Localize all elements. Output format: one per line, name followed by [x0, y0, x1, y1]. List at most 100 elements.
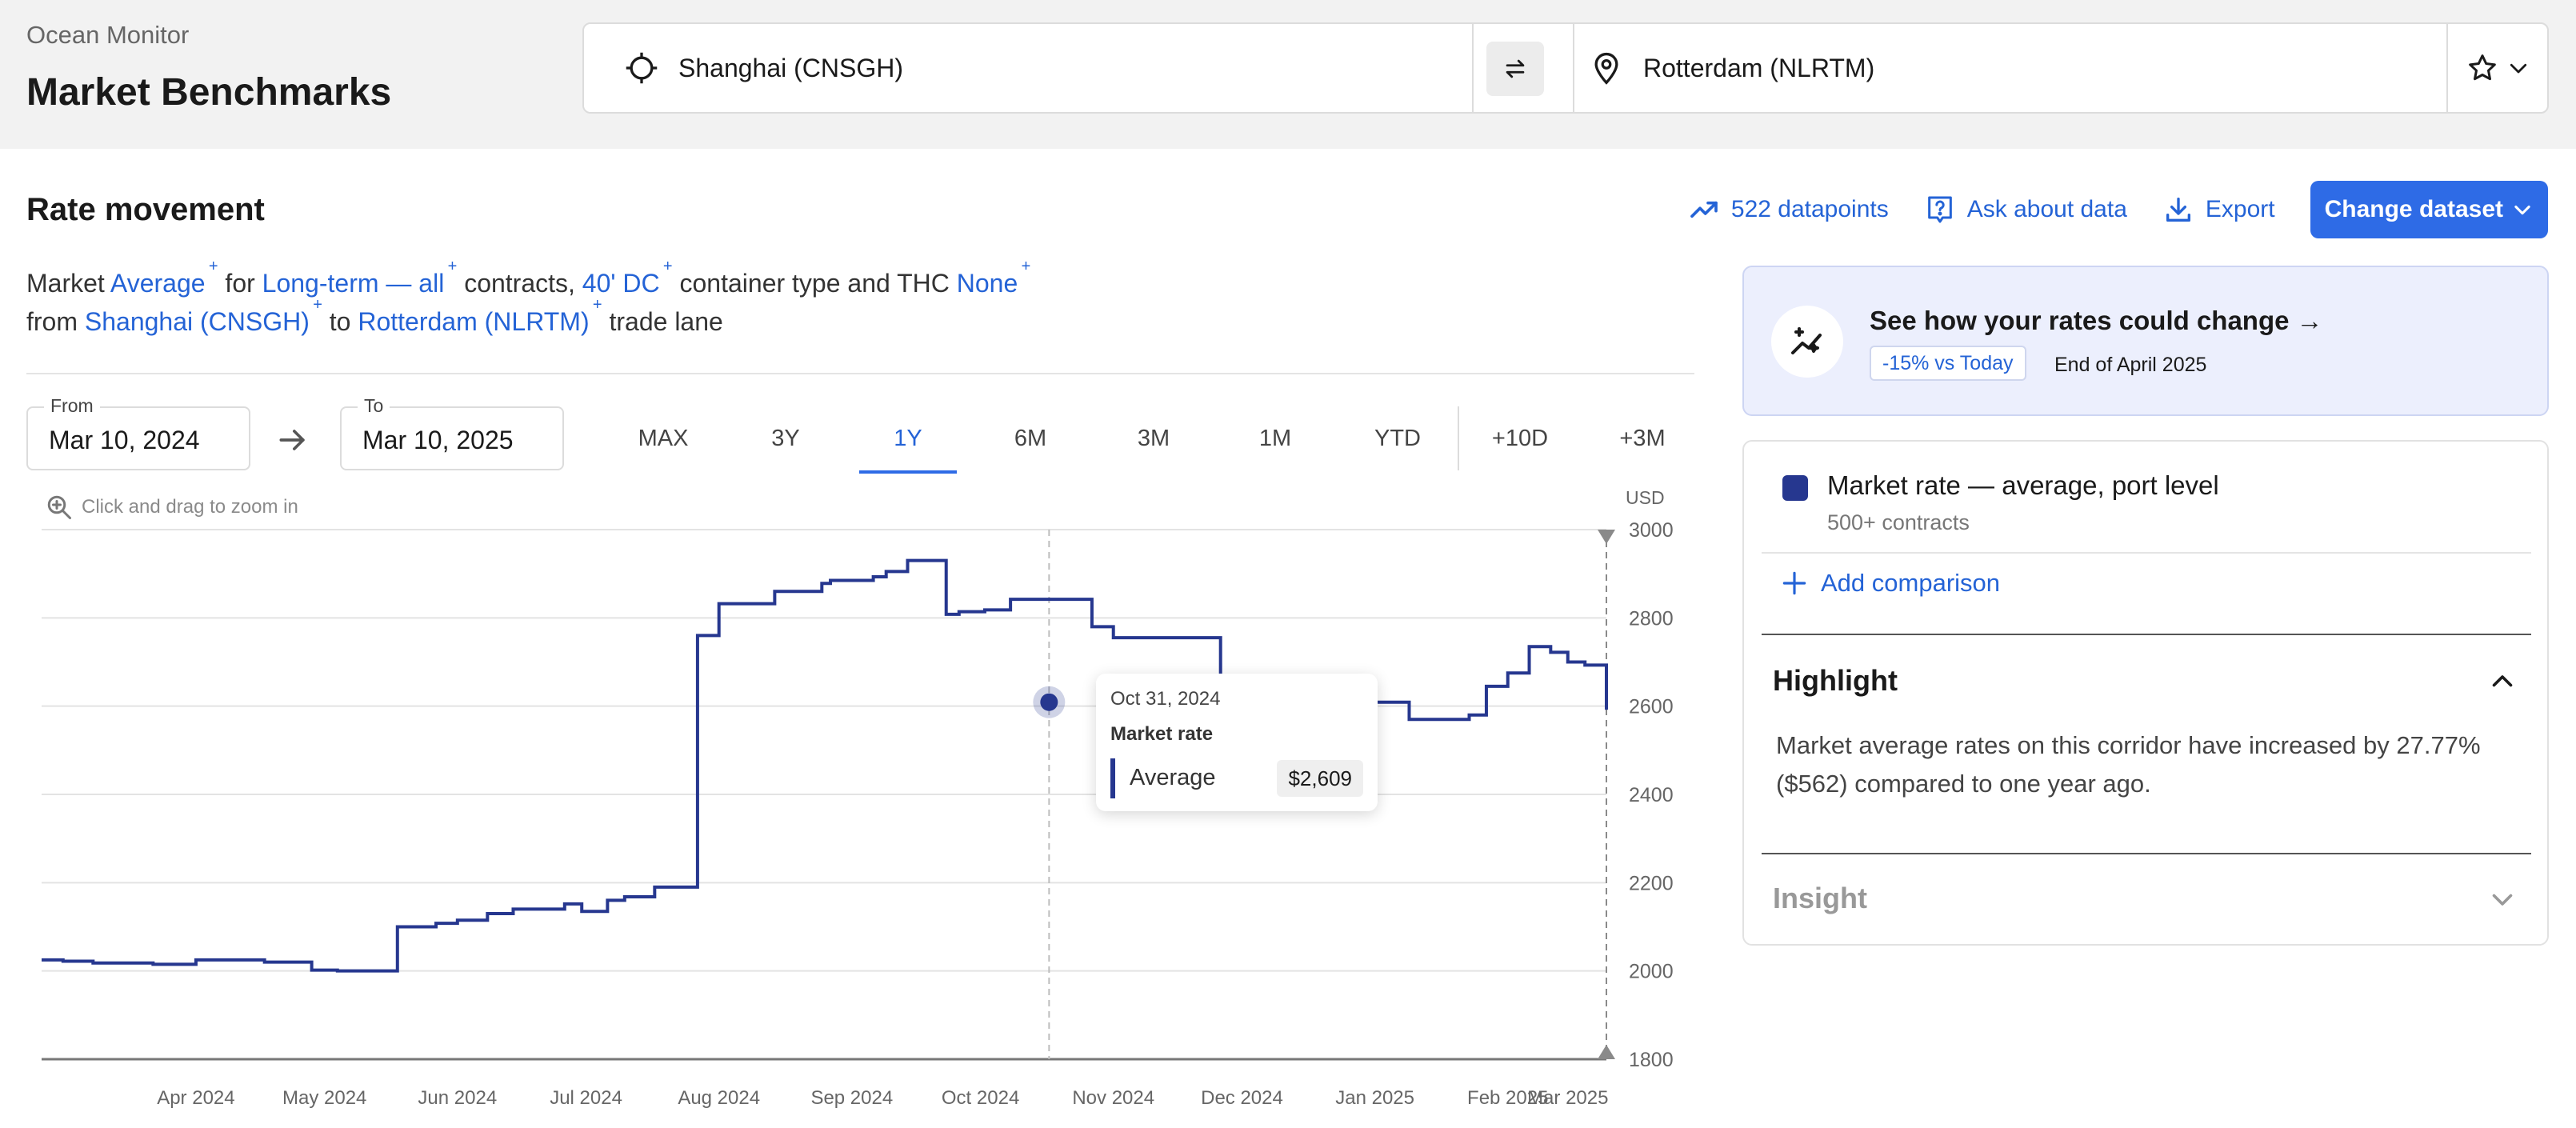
y-tick-label: 2800 [1629, 607, 1674, 630]
forecast-promo-card[interactable]: See how your rates could change → -15% v… [1742, 266, 2549, 416]
market-filter-value: Average [110, 269, 206, 298]
description-text: trade lane [609, 307, 723, 336]
panel-divider [1762, 634, 2531, 635]
x-tick-label: Jun 2024 [418, 1087, 497, 1109]
promo-title: See how your rates could change → [1870, 306, 2323, 335]
destination-filter-link[interactable]: Rotterdam (NLRTM) + [358, 296, 602, 336]
thc-filter-value: None [956, 269, 1018, 298]
range-option[interactable]: +10D [1471, 406, 1569, 470]
plus-mark: + [1021, 258, 1031, 275]
y-tick-label: 3000 [1629, 519, 1674, 542]
tooltip-series-marker [1110, 758, 1115, 798]
plus-mark: + [313, 296, 322, 314]
x-tick-label: Nov 2024 [1072, 1087, 1154, 1109]
add-comparison-button[interactable]: Add comparison [1779, 568, 2000, 598]
description-text: container type and THC [679, 269, 950, 298]
location-pin-icon [1594, 52, 1618, 85]
legend-series-name: Market rate — average, port level [1827, 470, 2219, 500]
swap-icon [1506, 59, 1525, 78]
destination-value: Rotterdam (NLRTM) [1643, 53, 1875, 82]
question-icon [1927, 196, 1952, 223]
range-option[interactable]: YTD [1349, 406, 1446, 470]
x-tick-label: Jul 2024 [550, 1087, 622, 1109]
destination-field[interactable]: Rotterdam (NLRTM) [1589, 24, 2429, 112]
sparkle-trend-icon [1791, 327, 1822, 354]
plus-mark: + [662, 258, 673, 275]
chart-toolbar: 522 datapoints Ask about data Export Cha… [1688, 181, 2548, 238]
star-icon [2469, 54, 2496, 81]
description-line-2: from Shanghai (CNSGH) + to Rotterdam (NLR… [26, 296, 723, 337]
container-filter-link[interactable]: 40' DC + [582, 258, 673, 298]
highlight-title[interactable]: Highlight [1773, 664, 1898, 698]
rate-chart[interactable]: 3000 2800 2600 2400 2200 2000 1800 USD Apr 2024 M… [0, 480, 1696, 1128]
x-tick-label: Aug 2024 [678, 1087, 760, 1109]
from-date-field[interactable]: From Mar 10, 2024 [26, 395, 250, 470]
x-tick-label: May 2024 [282, 1087, 366, 1109]
range-option[interactable]: 3Y [737, 406, 834, 470]
destination-filter-value: Rotterdam (NLRTM) [358, 307, 590, 336]
y-tick-label: 2400 [1629, 784, 1674, 806]
tooltip-series-name: Average [1130, 765, 1216, 790]
trend-up-icon [1690, 201, 1718, 218]
range-option[interactable]: 3M [1105, 406, 1202, 470]
origin-field[interactable]: Shanghai (CNSGH) [624, 24, 1464, 112]
page-title: Market Benchmarks [26, 71, 392, 114]
chevron-down-icon [2510, 63, 2527, 74]
contract-filter-link[interactable]: Long-term — all + [262, 258, 458, 298]
route-divider [1472, 24, 1474, 112]
y-tick-label: 1800 [1629, 1049, 1674, 1071]
export-label: Export [2205, 196, 2275, 222]
origin-value: Shanghai (CNSGH) [678, 53, 903, 82]
range-option[interactable]: +3M [1594, 406, 1691, 470]
range-divider [1458, 406, 1459, 470]
market-filter-link[interactable]: Average + [110, 258, 218, 298]
x-tick-label: Mar 2025 [1527, 1087, 1608, 1109]
swap-route-button[interactable] [1486, 42, 1544, 96]
change-dataset-button[interactable]: Change dataset [2310, 181, 2548, 238]
chevron-down-icon[interactable] [2488, 885, 2517, 914]
insight-title[interactable]: Insight [1773, 882, 1867, 915]
to-date-label: To [358, 395, 390, 417]
plus-mark: + [592, 296, 602, 314]
chevron-up-icon[interactable] [2488, 667, 2517, 696]
range-option[interactable]: MAX [614, 406, 712, 470]
export-link[interactable]: Export [2162, 194, 2275, 226]
from-date-value: Mar 10, 2024 [49, 426, 200, 454]
datapoints-link[interactable]: 522 datapoints [1688, 194, 1889, 226]
section-title: Rate movement [26, 192, 265, 227]
favorite-button[interactable] [2448, 24, 2549, 112]
divider [26, 373, 1694, 374]
origin-filter-link[interactable]: Shanghai (CNSGH) + [85, 296, 322, 336]
description-text: for [225, 269, 255, 298]
ask-about-data-link[interactable]: Ask about data [1924, 194, 2127, 226]
tooltip-label: Market rate [1110, 723, 1214, 745]
panel-divider [1762, 853, 2531, 854]
x-tick-label: Apr 2024 [157, 1087, 234, 1109]
x-tick-label: Dec 2024 [1201, 1087, 1283, 1109]
download-icon [2166, 198, 2190, 222]
y-tick-label: 2200 [1629, 872, 1674, 894]
container-filter-value: 40' DC [582, 269, 660, 298]
route-divider [1573, 24, 1574, 112]
route-selector: Shanghai (CNSGH) Rotterdam (NLRTM) [582, 22, 2549, 114]
range-option[interactable]: 1M [1226, 406, 1324, 470]
promo-date: End of April 2025 [2054, 354, 2207, 376]
range-option[interactable]: 6M [982, 406, 1079, 470]
tooltip-date: Oct 31, 2024 [1110, 688, 1221, 710]
to-date-field[interactable]: To Mar 10, 2025 [340, 395, 564, 470]
x-tick-label: Jan 2025 [1335, 1087, 1414, 1109]
contract-filter-value: Long-term — all [262, 269, 445, 298]
thc-filter-link[interactable]: None + [956, 258, 1031, 298]
description-text: Market [26, 269, 105, 298]
range-option[interactable]: 1Y [859, 406, 957, 474]
legend-swatch [1782, 475, 1808, 501]
boundary-marker-top [1598, 530, 1615, 544]
ask-about-data-label: Ask about data [1966, 196, 2127, 222]
top-bar: Ocean Monitor Market Benchmarks Shanghai… [0, 0, 2576, 149]
plus-mark: + [208, 258, 218, 275]
datapoints-label: 522 datapoints [1730, 196, 1889, 222]
y-tick-label: 2600 [1629, 696, 1674, 718]
description-text: from [26, 307, 78, 336]
app-name: Ocean Monitor [26, 21, 190, 49]
to-date-value: Mar 10, 2025 [362, 426, 514, 454]
